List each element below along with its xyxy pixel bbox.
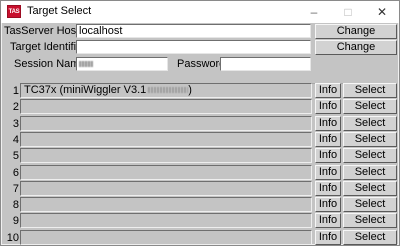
target-row-number: 10 — [6, 232, 19, 244]
target-row-field[interactable] — [20, 197, 312, 212]
target-row-number: 5 — [12, 150, 19, 162]
target-row-number: 2 — [12, 101, 19, 113]
target-select-button[interactable]: Select — [343, 132, 397, 147]
target-row-field[interactable] — [20, 99, 312, 114]
target-row-field[interactable] — [20, 230, 312, 245]
target-row-number: 4 — [12, 134, 19, 146]
target-info-button[interactable]: Info — [315, 99, 341, 114]
target-row-field[interactable] — [20, 132, 312, 147]
target-info-button[interactable]: Info — [315, 116, 341, 131]
maximize-button[interactable]: □ — [331, 1, 365, 23]
password-input[interactable] — [220, 57, 311, 71]
title-bar[interactable]: TAS Target Select – □ ✕ — [1, 1, 399, 23]
app-logo-icon: TAS — [7, 5, 21, 18]
host-input[interactable]: localhost — [76, 24, 311, 38]
target-info-button[interactable]: Info — [315, 165, 341, 180]
host-change-button[interactable]: Change — [315, 24, 397, 39]
redacted-session-value — [79, 61, 93, 68]
target-select-button[interactable]: Select — [343, 181, 397, 196]
target-row-number: 6 — [12, 167, 19, 179]
target-description: TC37x (miniWiggler V3.1 — [24, 84, 147, 96]
session-name-label: Session Name — [14, 58, 86, 70]
target-select-button[interactable]: Select — [343, 165, 397, 180]
target-row-field[interactable]: TC37x (miniWiggler V3.1) — [20, 83, 312, 98]
target-row-field[interactable] — [20, 165, 312, 180]
target-select-window: TAS Target Select – □ ✕ TasServer Host: … — [0, 0, 400, 246]
target-row-number: 9 — [12, 215, 19, 227]
host-label: TasServer Host: — [4, 25, 83, 37]
minimize-button[interactable]: – — [297, 1, 331, 23]
target-row-number: 3 — [12, 118, 19, 130]
password-label: Password — [177, 58, 226, 70]
target-description-suffix: ) — [188, 84, 192, 96]
target-row-field[interactable] — [20, 213, 312, 228]
target-row-number: 8 — [12, 199, 19, 211]
target-identifier-input[interactable] — [76, 40, 311, 54]
redacted-serial — [148, 87, 189, 94]
target-select-button[interactable]: Select — [343, 116, 397, 131]
target-select-button[interactable]: Select — [343, 83, 397, 98]
client-area: TasServer Host: localhost Change Target … — [2, 23, 398, 245]
target-row-number: 1 — [12, 85, 19, 97]
target-identifier-change-button[interactable]: Change — [315, 40, 397, 55]
window-title: Target Select — [27, 5, 92, 17]
target-info-button[interactable]: Info — [315, 230, 341, 245]
target-info-button[interactable]: Info — [315, 83, 341, 98]
target-select-button[interactable]: Select — [343, 148, 397, 163]
target-info-button[interactable]: Info — [315, 213, 341, 228]
target-select-button[interactable]: Select — [343, 230, 397, 245]
target-select-button[interactable]: Select — [343, 213, 397, 228]
target-identifier-label: Target Identifier — [10, 41, 86, 53]
target-select-button[interactable]: Select — [343, 197, 397, 212]
target-select-button[interactable]: Select — [343, 99, 397, 114]
target-info-button[interactable]: Info — [315, 197, 341, 212]
target-row-number: 7 — [12, 183, 19, 195]
target-info-button[interactable]: Info — [315, 181, 341, 196]
target-row-field[interactable] — [20, 148, 312, 163]
target-row-field[interactable] — [20, 116, 312, 131]
target-row-field[interactable] — [20, 181, 312, 196]
target-info-button[interactable]: Info — [315, 148, 341, 163]
session-name-input[interactable] — [76, 57, 168, 71]
target-info-button[interactable]: Info — [315, 132, 341, 147]
close-button[interactable]: ✕ — [365, 1, 399, 23]
